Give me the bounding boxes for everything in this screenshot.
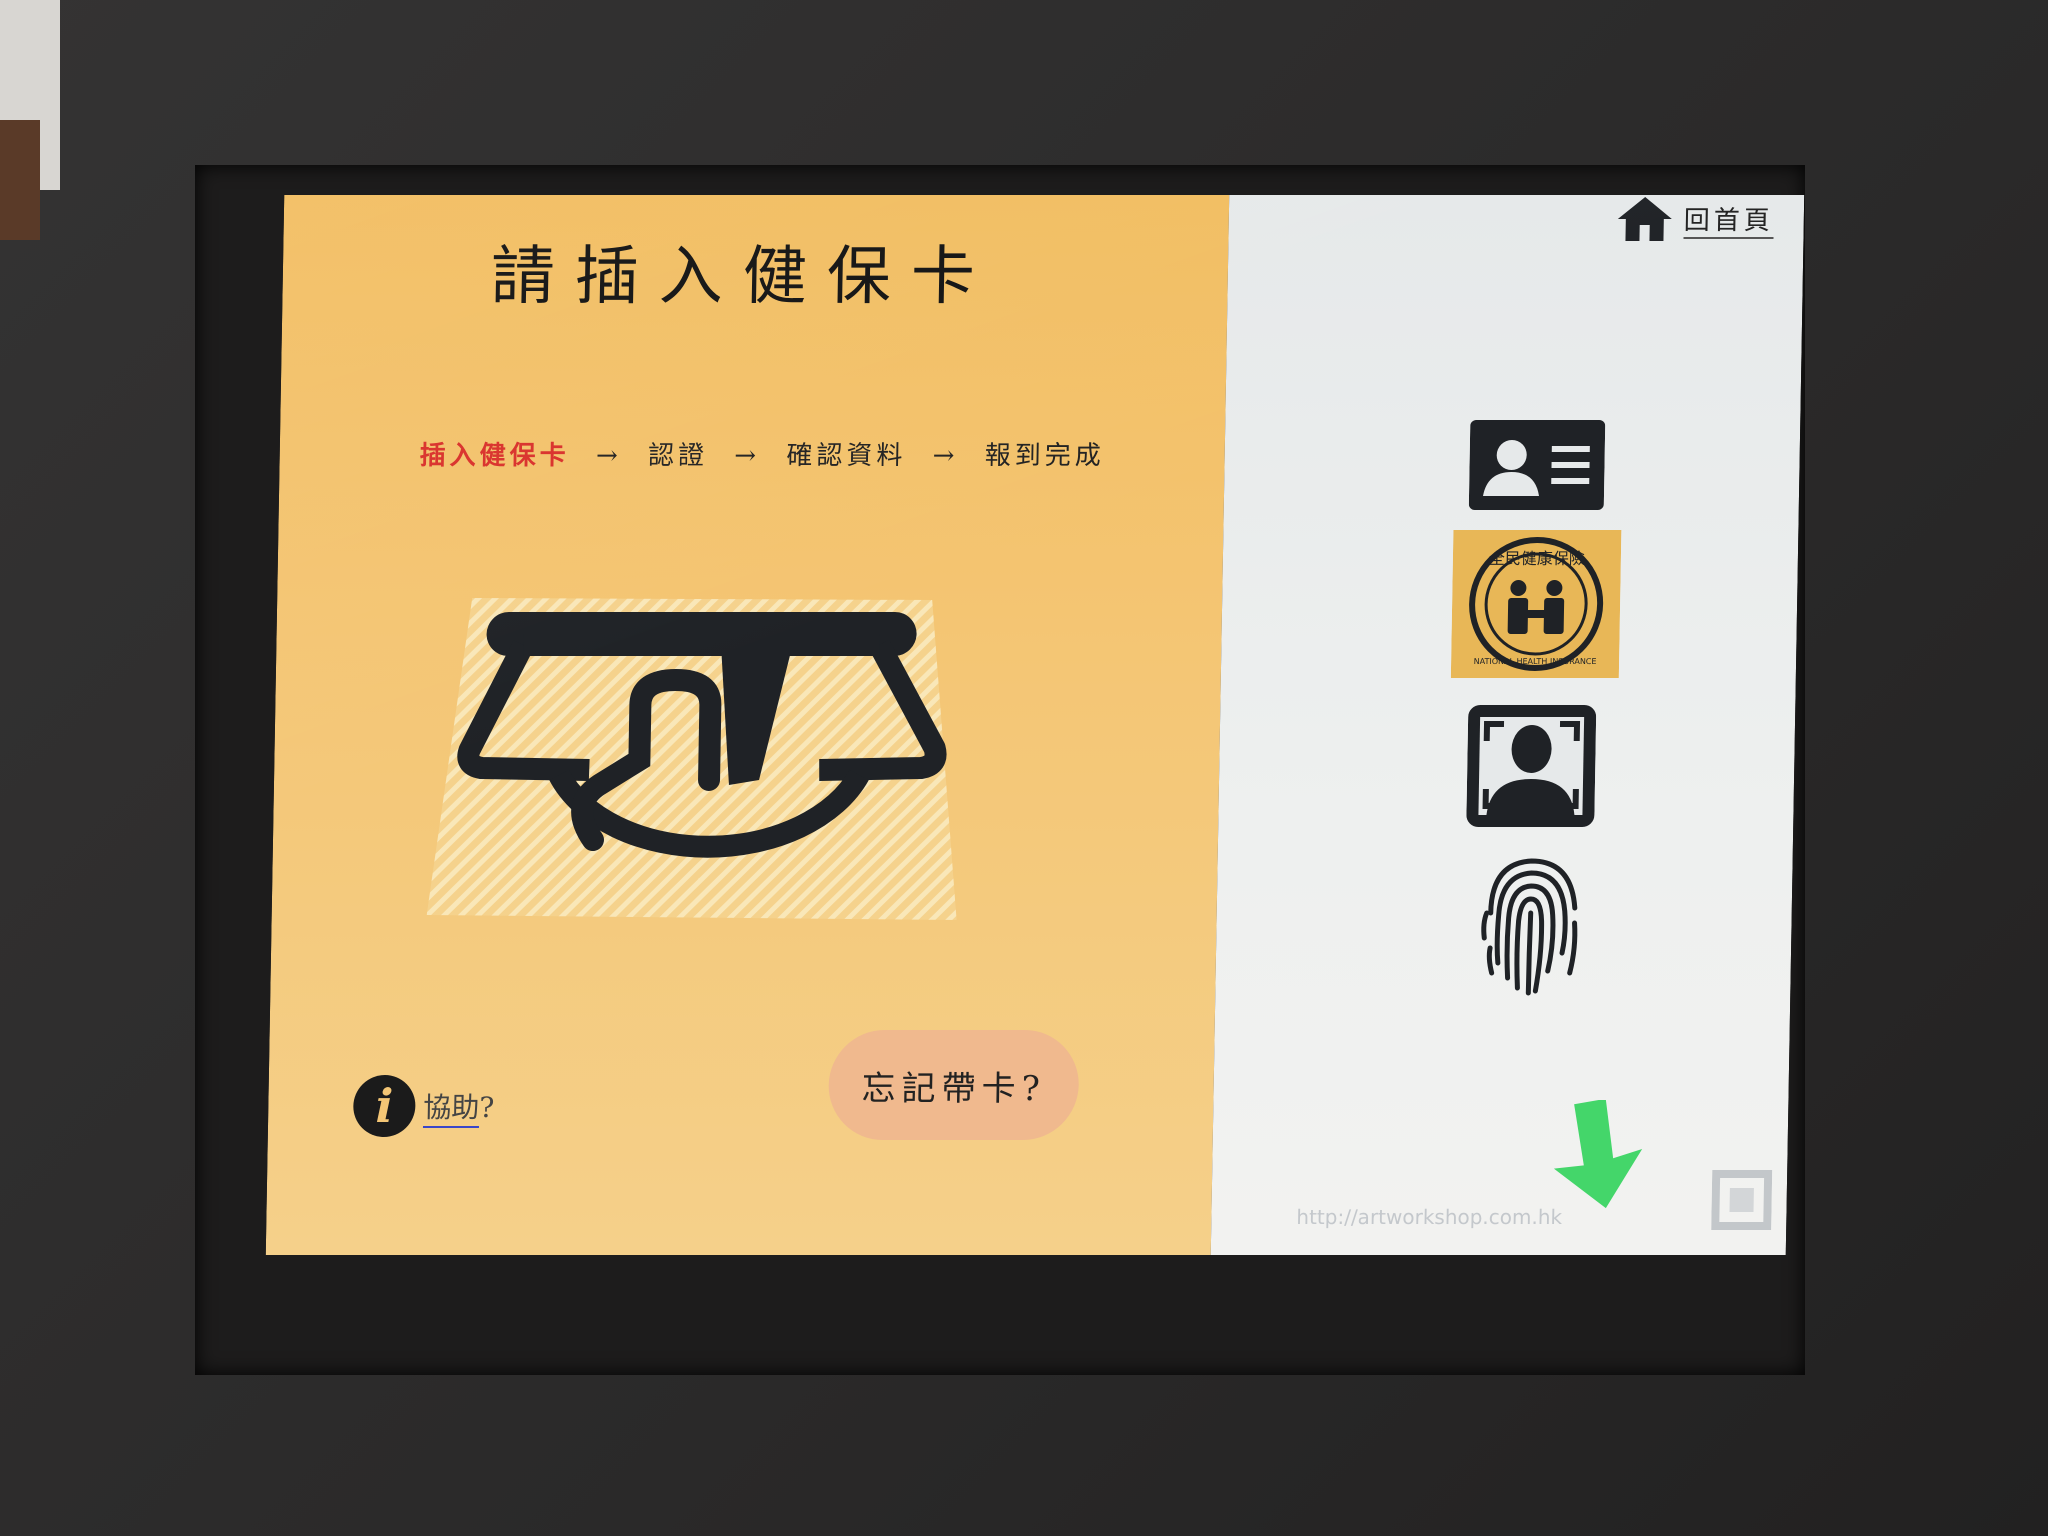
footer-url: http://artworkshop.com.hk [1296, 1205, 1563, 1229]
help-suffix: ? [479, 1091, 495, 1124]
insert-card-illustration [426, 598, 957, 920]
home-button[interactable]: 回首頁 [1615, 195, 1775, 243]
step-authenticate: 認證 [647, 441, 709, 471]
help-label[interactable]: 協助? [422, 1086, 495, 1128]
background-object-wood [0, 120, 40, 240]
face-scan-icon[interactable] [1466, 705, 1597, 827]
kiosk-screen: 請插入健保卡 插入健保卡 → 認證 → 確認資料 → 報到完成 i 協助? 忘記… [265, 195, 1805, 1255]
home-label[interactable]: 回首頁 [1683, 199, 1775, 239]
step-arrow: → [932, 441, 959, 471]
fullscreen-icon[interactable] [1711, 1170, 1773, 1230]
info-icon[interactable]: i [352, 1075, 416, 1137]
step-checkin-complete: 報到完成 [984, 441, 1106, 471]
national-health-insurance-logo[interactable]: 全民健康保險 NATIONAL HEALTH INSURANCE [1450, 530, 1622, 678]
progress-steps: 插入健保卡 → 認證 → 確認資料 → 報到完成 [419, 435, 1120, 472]
help-link[interactable]: 協助 [422, 1091, 480, 1128]
id-card-icon[interactable] [1468, 420, 1606, 510]
step-arrow: → [734, 441, 761, 471]
fingerprint-icon[interactable] [1477, 853, 1585, 998]
page-title: 請插入健保卡 [490, 240, 996, 314]
step-arrow: → [595, 441, 623, 471]
nhi-badge-english: NATIONAL HEALTH INSURANCE [1474, 657, 1597, 666]
main-panel: 請插入健保卡 插入健保卡 → 認證 → 確認資料 → 報到完成 i 協助? 忘記… [265, 195, 1230, 1255]
nhi-badge-text: 全民健康保險 [1489, 549, 1585, 568]
forgot-card-button[interactable]: 忘記帶卡? [827, 1030, 1080, 1140]
step-confirm-data: 確認資料 [786, 441, 907, 471]
side-panel: 回首頁 全民健康保險 NATIONAL HEALTH INSURANCE htt… [1210, 195, 1805, 1255]
house-icon[interactable] [1615, 195, 1674, 243]
step-insert-card: 插入健保卡 [419, 441, 570, 471]
help-button[interactable]: i 協助? [352, 1075, 495, 1137]
download-arrow-icon [1553, 1100, 1643, 1209]
